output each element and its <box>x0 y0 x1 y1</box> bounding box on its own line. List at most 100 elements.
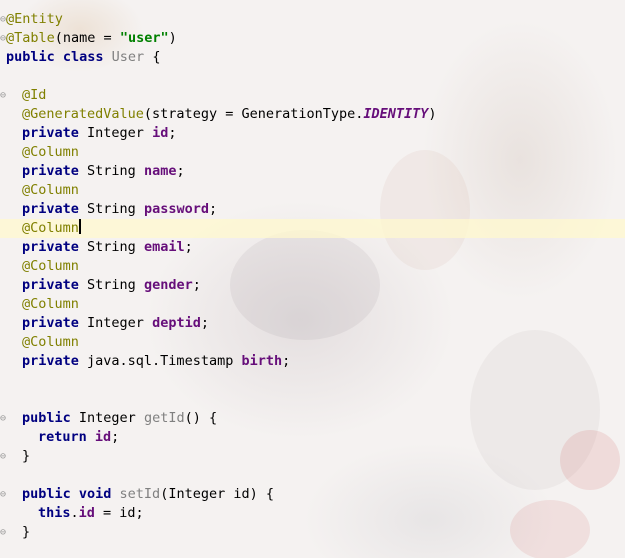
code-text: public Integer getId() { <box>22 409 217 428</box>
code-token: password <box>143 201 209 217</box>
code-line[interactable]: private Integer deptid; <box>0 314 625 333</box>
code-line[interactable]: private String email; <box>0 238 625 257</box>
code-line[interactable] <box>0 371 625 390</box>
code-token: name <box>143 163 177 179</box>
code-token: ) <box>168 30 177 46</box>
code-token: { <box>144 49 161 65</box>
code-text: private Integer deptid; <box>22 314 209 333</box>
fold-icon[interactable]: ⊖ <box>0 485 6 504</box>
code-line[interactable]: @Column <box>0 257 625 276</box>
code-line[interactable]: @Column <box>0 295 625 314</box>
code-text: @Column <box>22 143 79 162</box>
code-token: Integer <box>87 315 153 331</box>
code-editor[interactable]: ⊖ @Entity ⊖ @Table(name = "user") public cla… <box>0 0 625 558</box>
text-caret <box>78 219 81 234</box>
code-token: private <box>22 125 88 141</box>
code-line[interactable]: return id; <box>0 428 625 447</box>
code-token: Integer <box>78 410 144 426</box>
code-token: @Column <box>22 220 79 236</box>
code-line[interactable] <box>0 466 625 485</box>
code-token: String <box>87 239 144 255</box>
code-line[interactable]: public class User { <box>0 48 625 67</box>
code-token: @GeneratedValue <box>22 106 144 122</box>
code-line[interactable]: private String gender; <box>0 276 625 295</box>
code-text: private String email; <box>22 238 193 257</box>
code-line[interactable]: ⊖ public void setId(Integer id) { <box>0 485 625 504</box>
code-token: ; <box>282 353 291 369</box>
code-token: public class <box>6 49 112 65</box>
code-text: return id; <box>38 428 119 447</box>
code-text: public class User { <box>6 48 160 67</box>
code-line[interactable]: private java.sql.Timestamp birth; <box>0 352 625 371</box>
code-text: @Column <box>22 219 81 238</box>
code-token: . <box>70 505 79 521</box>
code-line[interactable]: private Integer id; <box>0 124 625 143</box>
code-line[interactable]: ⊖ @Entity <box>0 10 625 29</box>
code-token: id <box>94 429 112 445</box>
fold-icon[interactable]: ⊖ <box>0 447 6 466</box>
code-line[interactable]: ⊖} <box>0 523 625 542</box>
code-text: } <box>22 447 30 466</box>
code-line[interactable]: ⊖ public Integer getId() { <box>0 409 625 428</box>
code-line[interactable]: @Column <box>0 181 625 200</box>
code-line[interactable]: @Column <box>0 333 625 352</box>
code-line[interactable]: ⊖ @Id <box>0 86 625 105</box>
code-token: private <box>22 163 88 179</box>
code-text: @GeneratedValue(strategy = GenerationTyp… <box>22 105 437 124</box>
code-token: } <box>22 524 31 540</box>
code-line[interactable]: @GeneratedValue(strategy = GenerationTyp… <box>0 105 625 124</box>
code-token: @Column <box>22 182 79 198</box>
code-token: email <box>143 239 185 255</box>
code-text: private String gender; <box>22 276 201 295</box>
code-text: } <box>22 523 30 542</box>
code-token: getId <box>143 410 185 426</box>
code-token: String <box>87 163 144 179</box>
code-text: @Table(name = "user") <box>6 29 177 48</box>
code-text: @Column <box>22 295 79 314</box>
code-token: ; <box>111 429 120 445</box>
fold-icon[interactable]: ⊖ <box>0 409 6 428</box>
code-text: @Id <box>22 86 46 105</box>
code-token: ; <box>200 315 209 331</box>
code-token: (name = <box>54 30 120 46</box>
code-text: @Column <box>22 257 79 276</box>
code-token: () { <box>184 410 218 426</box>
code-text: private String password; <box>22 200 217 219</box>
code-token: private <box>22 277 88 293</box>
code-token: (Integer id) { <box>160 486 274 502</box>
code-token: java.sql.Timestamp <box>87 353 242 369</box>
code-token: gender <box>143 277 193 293</box>
code-token: } <box>22 448 31 464</box>
code-token: = id; <box>94 505 144 521</box>
code-token: @Entity <box>6 11 63 27</box>
code-line[interactable]: @Column <box>0 219 625 238</box>
code-token: public <box>22 410 79 426</box>
code-line[interactable]: ⊖ @Table(name = "user") <box>0 29 625 48</box>
code-token: birth <box>241 353 283 369</box>
code-token: ; <box>176 163 185 179</box>
code-text: @Column <box>22 181 79 200</box>
code-token: String <box>87 277 144 293</box>
fold-icon[interactable]: ⊖ <box>0 86 6 105</box>
code-token: ; <box>168 125 177 141</box>
code-token: return <box>38 429 95 445</box>
code-line[interactable]: this.id = id; <box>0 504 625 523</box>
code-token: @Table <box>6 30 55 46</box>
code-token: ; <box>208 201 218 217</box>
code-token: IDENTITY <box>363 106 429 122</box>
code-text: private String name; <box>22 162 185 181</box>
code-token: @Column <box>22 144 79 160</box>
fold-icon[interactable]: ⊖ <box>0 523 6 542</box>
code-line[interactable]: private String name; <box>0 162 625 181</box>
code-token: private <box>22 353 88 369</box>
code-token: User <box>111 49 145 65</box>
code-text: this.id = id; <box>38 504 144 523</box>
code-line[interactable]: private String password; <box>0 200 625 219</box>
code-token: ; <box>192 277 201 293</box>
code-line[interactable] <box>0 67 625 86</box>
code-line[interactable]: @Column <box>0 143 625 162</box>
code-token: private <box>22 315 88 331</box>
code-line[interactable]: ⊖} <box>0 447 625 466</box>
code-token: public void <box>22 486 120 502</box>
code-line[interactable] <box>0 390 625 409</box>
